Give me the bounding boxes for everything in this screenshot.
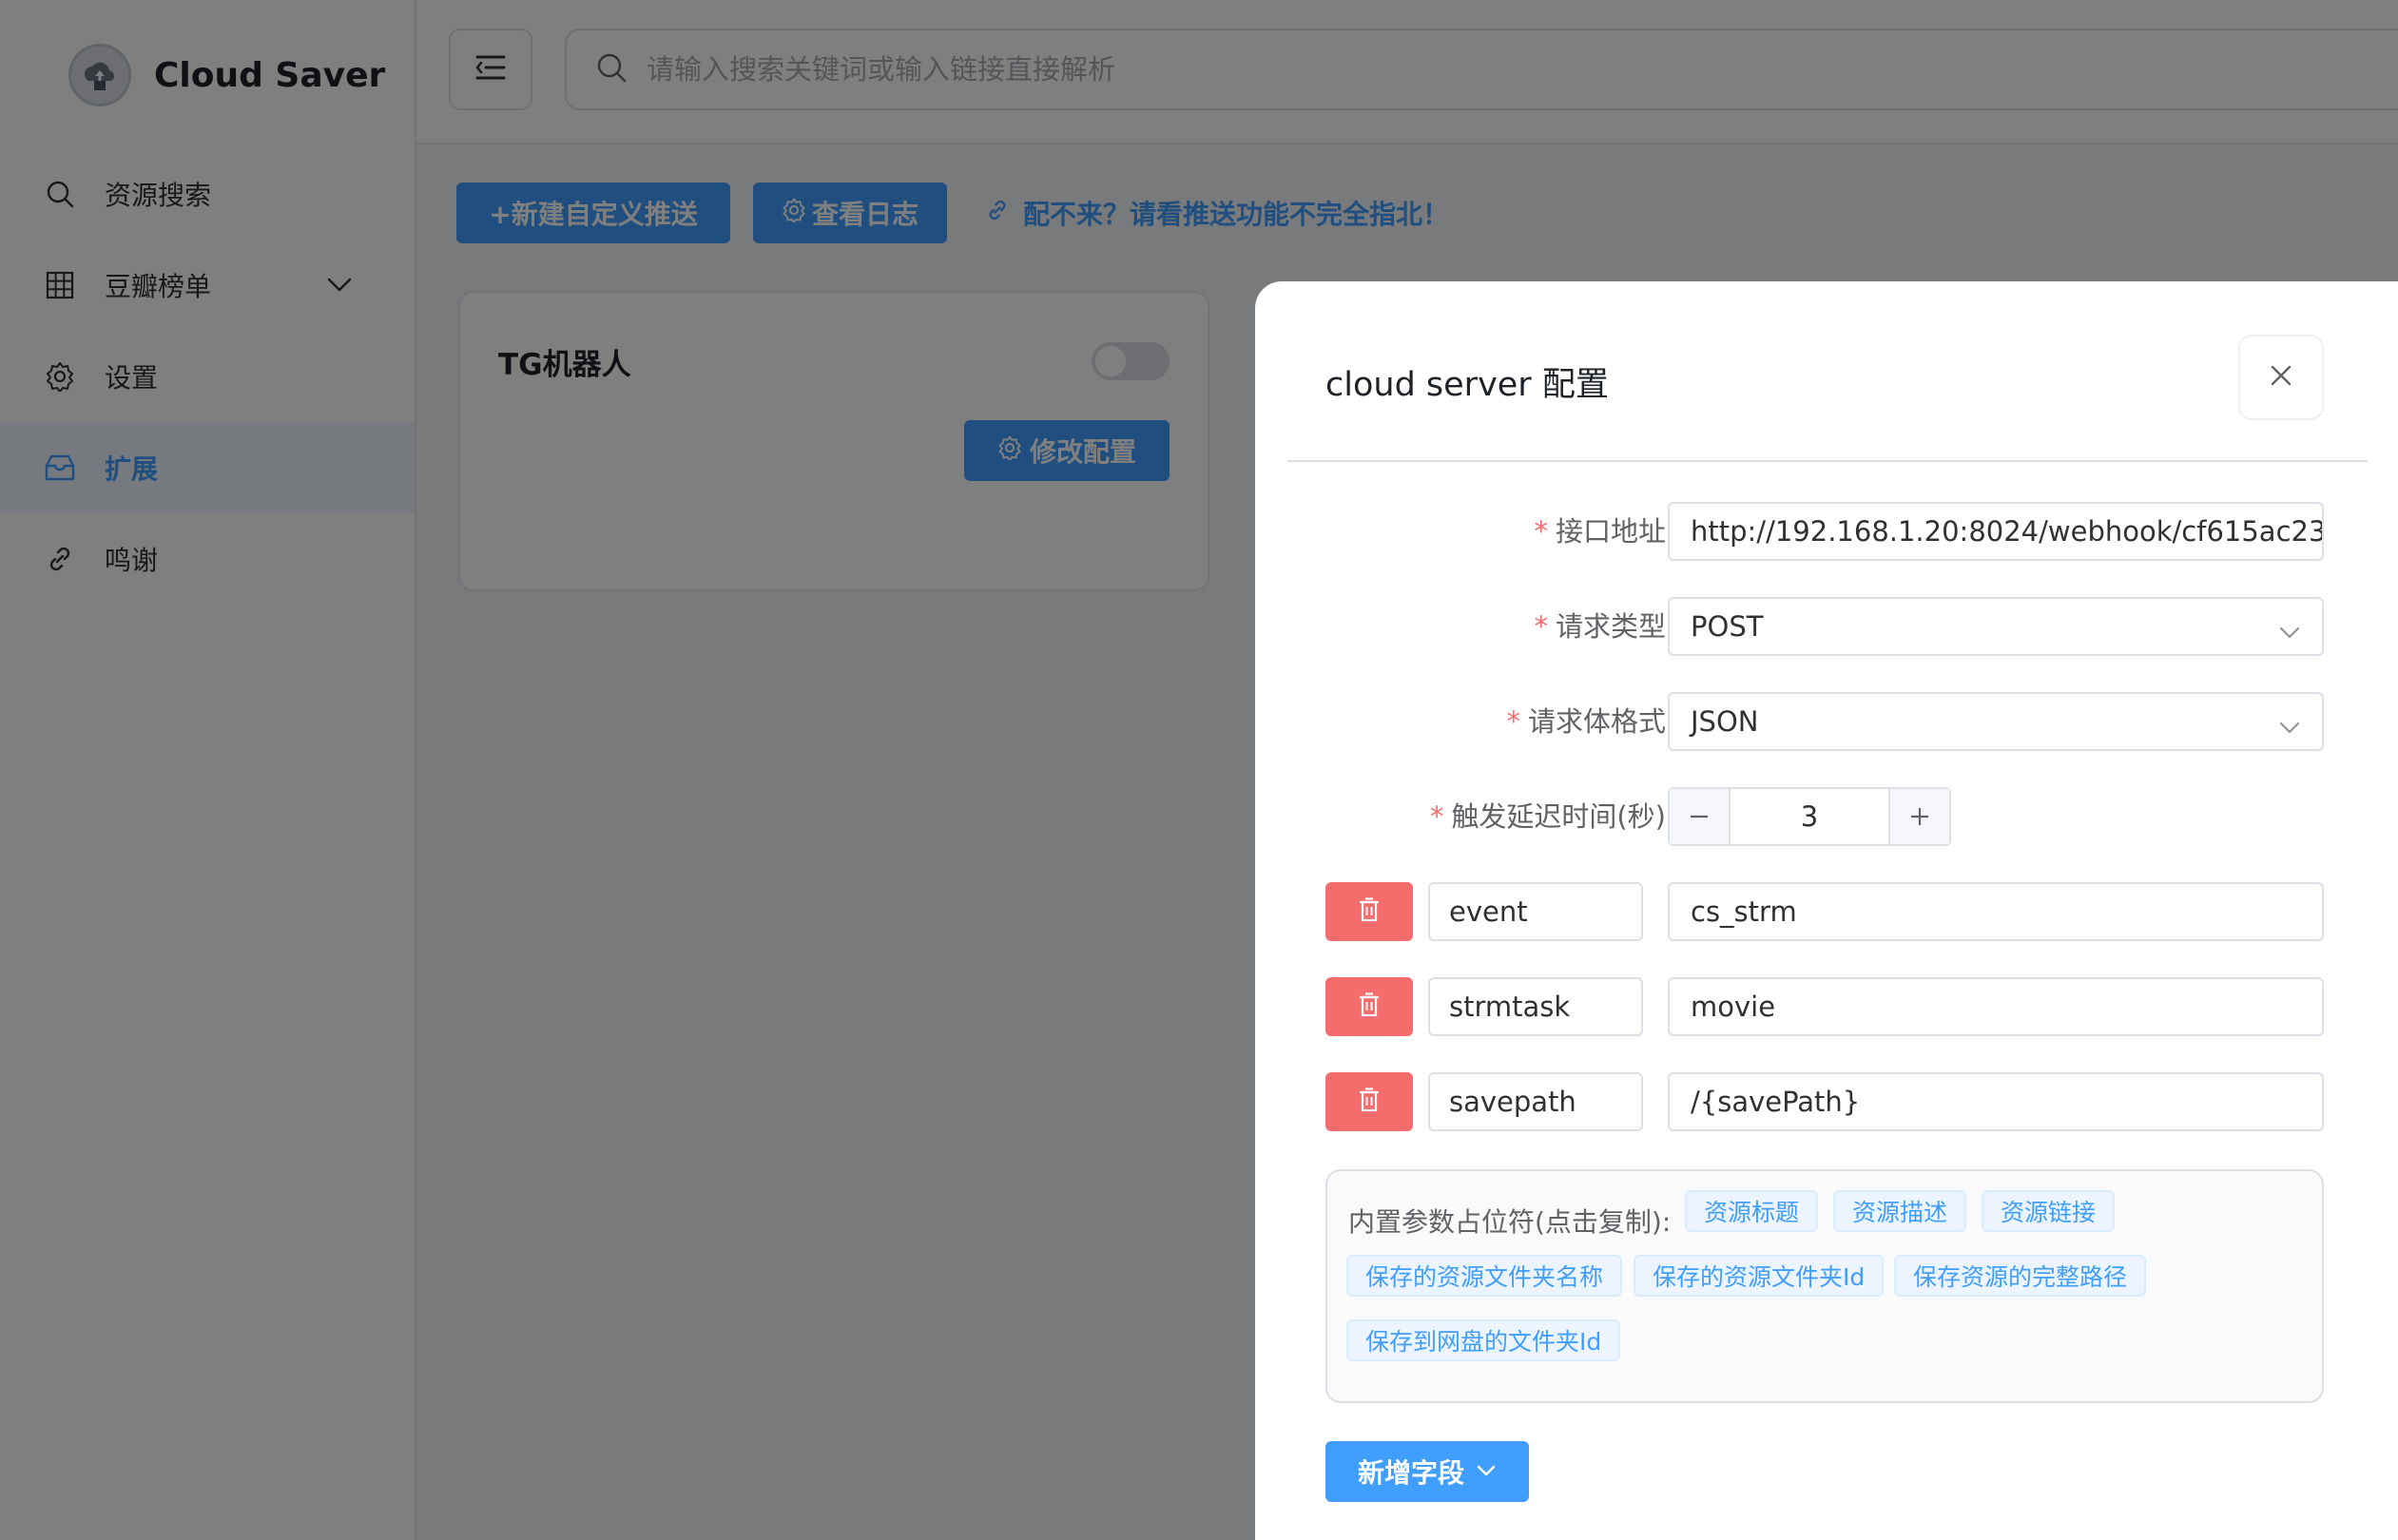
placeholder-tag-folder-name[interactable]: 保存的资源文件夹名称: [1346, 1255, 1623, 1297]
body-format-value: JSON: [1691, 705, 1759, 738]
delete-param-button[interactable]: [1325, 1072, 1413, 1131]
param-key-input[interactable]: event: [1428, 882, 1643, 941]
param-value: /{savePath}: [1691, 1086, 1861, 1118]
method-label-text: 请求类型: [1555, 610, 1666, 643]
method-select[interactable]: POST: [1668, 597, 2324, 656]
delay-label-text: 触发延迟时间(秒): [1451, 800, 1666, 833]
param-key: event: [1449, 895, 1528, 928]
url-label: * 接口地址: [1534, 502, 1666, 561]
method-label: * 请求类型: [1534, 597, 1666, 656]
required-mark: *: [1506, 705, 1520, 738]
delete-param-button[interactable]: [1325, 882, 1413, 941]
placeholder-tag-full-path[interactable]: 保存资源的完整路径: [1894, 1255, 2147, 1297]
trash-icon: [1358, 1088, 1381, 1116]
drawer-title: cloud server 配置: [1325, 366, 1609, 404]
delay-value[interactable]: 3: [1731, 789, 1888, 844]
placeholder-tag-title[interactable]: 资源标题: [1685, 1190, 1819, 1232]
chevron-down-icon: [2278, 713, 2301, 745]
decrement-button[interactable]: [1670, 789, 1731, 844]
body-format-select[interactable]: JSON: [1668, 692, 2324, 751]
body-format-label-text: 请求体格式: [1527, 705, 1666, 738]
method-value: POST: [1691, 610, 1764, 643]
param-value: cs_strm: [1691, 895, 1797, 928]
close-button[interactable]: [2238, 335, 2324, 420]
placeholder-label: 内置参数占位符(点击复制):: [1348, 1206, 1672, 1238]
body-format-label: * 请求体格式: [1506, 692, 1666, 751]
placeholder-tag-desc[interactable]: 资源描述: [1833, 1190, 1967, 1232]
increment-button[interactable]: [1888, 789, 1949, 844]
param-value-input[interactable]: cs_strm: [1668, 882, 2324, 941]
url-label-text: 接口地址: [1555, 515, 1666, 548]
url-value: http://192.168.1.20:8024/webhook/cf615ac…: [1691, 515, 2322, 548]
placeholder-panel: 内置参数占位符(点击复制): 资源标题 资源描述 资源链接 保存的资源文件夹名称…: [1325, 1169, 2324, 1403]
close-icon: [2269, 363, 2293, 392]
placeholder-tag-link[interactable]: 资源链接: [1982, 1190, 2116, 1232]
drawer-divider: [1287, 460, 2368, 462]
param-value: movie: [1691, 991, 1776, 1023]
url-input[interactable]: http://192.168.1.20:8024/webhook/cf615ac…: [1668, 502, 2324, 561]
config-drawer: cloud server 配置 * 接口地址 http://192.168.1.2…: [1255, 281, 2398, 1540]
delete-param-button[interactable]: [1325, 977, 1413, 1036]
trash-icon: [1358, 992, 1381, 1021]
param-key: savepath: [1449, 1086, 1576, 1118]
chevron-down-icon: [1476, 1456, 1497, 1488]
trash-icon: [1358, 897, 1381, 926]
placeholder-tag-folder-id[interactable]: 保存的资源文件夹Id: [1634, 1255, 1885, 1297]
param-key-input[interactable]: savepath: [1428, 1072, 1643, 1131]
chevron-down-icon: [2278, 618, 2301, 650]
required-mark: *: [1429, 800, 1444, 833]
add-field-label: 新增字段: [1357, 1457, 1464, 1489]
delay-stepper[interactable]: 3: [1668, 787, 1951, 846]
delay-label: * 触发延迟时间(秒): [1430, 787, 1666, 846]
required-mark: *: [1534, 610, 1548, 643]
placeholder-tag-disk-folder-id[interactable]: 保存到网盘的文件夹Id: [1346, 1319, 1621, 1361]
param-value-input[interactable]: movie: [1668, 977, 2324, 1036]
add-field-button[interactable]: 新增字段: [1325, 1441, 1529, 1502]
param-key: strmtask: [1449, 991, 1571, 1023]
param-value-input[interactable]: /{savePath}: [1668, 1072, 2324, 1131]
required-mark: *: [1534, 515, 1548, 548]
param-key-input[interactable]: strmtask: [1428, 977, 1643, 1036]
